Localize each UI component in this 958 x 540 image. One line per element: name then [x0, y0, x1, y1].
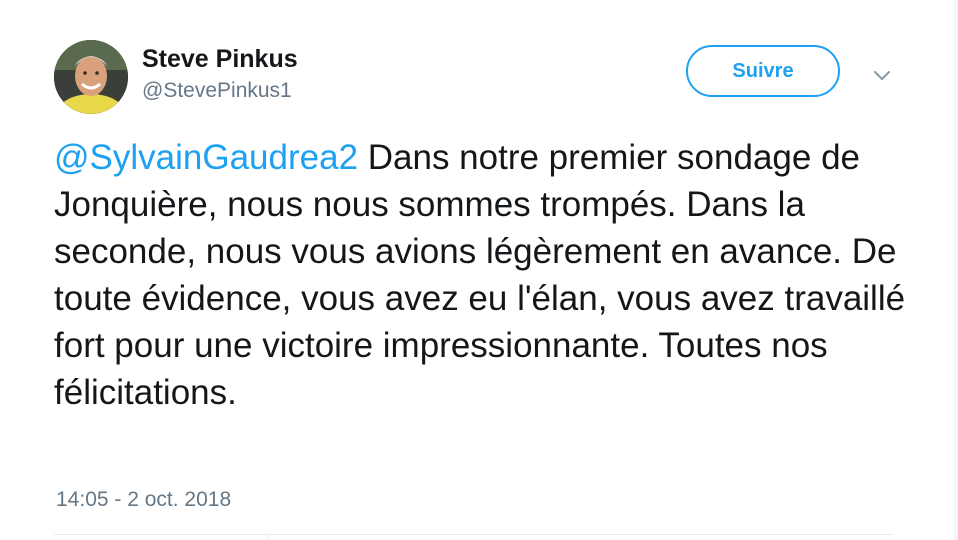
author-name[interactable]: Steve Pinkus	[142, 44, 298, 74]
scrollbar-track[interactable]	[954, 0, 958, 540]
follow-button[interactable]: Suivre	[686, 45, 840, 97]
profile-photo-icon	[54, 40, 128, 114]
mention-link[interactable]: @SylvainGaudrea2	[54, 138, 358, 177]
author-handle[interactable]: @StevePinkus1	[142, 78, 292, 104]
tweet-text: @SylvainGaudrea2 Dans notre premier sond…	[54, 134, 914, 416]
tweet-timestamp[interactable]: 14:05 - 2 oct. 2018	[56, 487, 231, 513]
avatar[interactable]	[54, 40, 128, 114]
divider-tick	[268, 534, 269, 540]
divider	[54, 534, 894, 535]
tweet-body: Dans notre premier sondage de Jonquière,…	[54, 138, 906, 412]
chevron-down-icon[interactable]	[872, 66, 892, 86]
